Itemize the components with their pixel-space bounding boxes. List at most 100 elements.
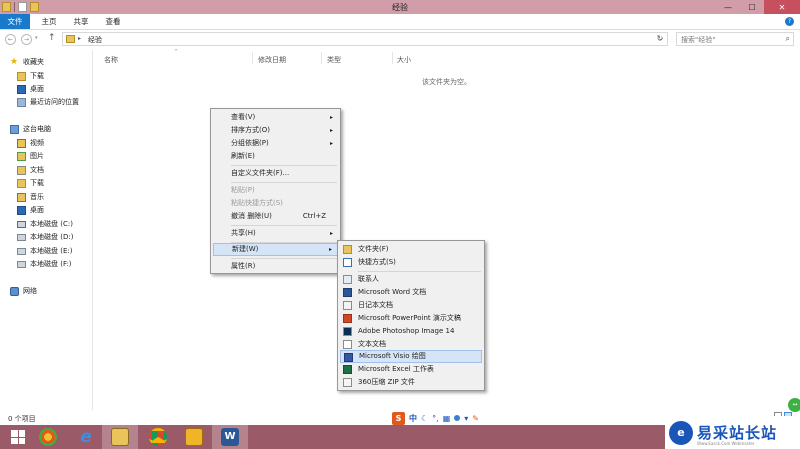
nav-item-pictures[interactable]: 图片 — [17, 150, 44, 162]
taskbar-app-chrome[interactable] — [140, 425, 176, 449]
taskbar-app-ie[interactable]: e — [68, 425, 104, 449]
submenu-item-word[interactable]: Microsoft Word 文档 — [340, 286, 482, 299]
taskbar-app-folder[interactable] — [176, 425, 212, 449]
notification-bubble-icon[interactable]: ↔ — [788, 398, 800, 412]
nav-this-pc[interactable]: 这台电脑 — [10, 123, 51, 135]
nav-label: 最近访问的位置 — [30, 98, 79, 106]
submenu-item-contact[interactable]: 联系人 — [340, 273, 482, 286]
nav-network[interactable]: 网络 — [10, 285, 37, 297]
nav-item-drive-c[interactable]: 本地磁盘 (C:) — [17, 218, 73, 230]
column-header-size[interactable]: 大小 — [397, 55, 411, 65]
system-drive-icon — [17, 220, 26, 228]
videos-folder-icon — [17, 138, 26, 148]
search-input[interactable]: 搜索"经验" ⌕ — [676, 32, 794, 46]
menu-item-view[interactable]: 查看(V) ▸ — [213, 111, 338, 124]
recent-locations-chevron-icon[interactable]: ▾ — [35, 35, 38, 41]
submenu-item-powerpoint[interactable]: Microsoft PowerPoint 演示文稿 — [340, 312, 482, 325]
keyboard-icon[interactable]: ▦ — [443, 414, 451, 423]
help-icon[interactable]: ? — [785, 17, 794, 26]
submenu-item-photoshop[interactable]: Adobe Photoshop Image 14 — [340, 325, 482, 338]
nav-item-downloads[interactable]: 下载 — [17, 70, 44, 82]
menu-item-refresh[interactable]: 刷新(E) — [213, 150, 338, 163]
forward-button[interactable]: → — [21, 34, 32, 45]
menu-label: Microsoft Visio 绘图 — [359, 352, 426, 360]
ime-chinese-mode[interactable]: 中 — [409, 413, 417, 424]
nav-item-pc-downloads[interactable]: 下载 — [17, 177, 44, 189]
address-bar[interactable]: ▸ 经验 ⌄ — [62, 32, 668, 46]
back-button[interactable]: ← — [5, 34, 16, 45]
menu-item-paste-shortcut: 粘贴快捷方式(S) — [231, 199, 283, 207]
menu-item-properties[interactable]: 属性(R) — [213, 260, 338, 273]
window-controls: — ☐ ✕ — [716, 0, 800, 14]
nav-item-drive-f[interactable]: 本地磁盘 (F:) — [17, 258, 72, 270]
chevron-right-icon[interactable]: ▸ — [78, 35, 81, 42]
menu-label: 日记本文档 — [358, 301, 393, 309]
taskbar-app-pinwheel[interactable] — [30, 425, 66, 449]
minimize-button[interactable]: — — [716, 0, 740, 14]
column-header-date[interactable]: 修改日期 — [258, 55, 286, 65]
refresh-button[interactable]: ↻ — [654, 34, 666, 45]
nav-item-music[interactable]: 音乐 — [17, 191, 44, 203]
powerpoint-icon — [343, 314, 352, 323]
taskbar-app-word[interactable]: W — [212, 425, 248, 449]
recent-places-icon — [17, 97, 26, 107]
submenu-item-visio[interactable]: Microsoft Visio 绘图 — [340, 350, 482, 363]
taskbar-app-explorer[interactable] — [102, 425, 138, 449]
search-icon[interactable]: ⌕ — [786, 34, 790, 44]
text-document-icon — [343, 340, 352, 349]
column-divider[interactable] — [321, 52, 322, 64]
tab-view[interactable]: 查看 — [100, 14, 126, 29]
menu-item-group-by[interactable]: 分组依据(P) ▸ — [213, 137, 338, 150]
column-header-name[interactable]: 名称 — [104, 55, 118, 65]
punctuation-icon[interactable]: °, — [432, 414, 439, 423]
drive-icon — [17, 260, 26, 268]
ime-toolbar: S 中 ☾ °, ▦ ▾ ✎ — [392, 411, 500, 425]
nav-label: 本地磁盘 (E:) — [30, 247, 73, 255]
documents-folder-icon — [17, 165, 26, 175]
submenu-item-shortcut[interactable]: 快捷方式(S) — [340, 256, 482, 269]
submenu-item-folder[interactable]: 文件夹(F) — [340, 243, 482, 256]
address-row: ← → ▾ ↑ ▸ 经验 ⌄ ↻ 搜索"经验" ⌕ — [0, 30, 800, 49]
sogou-ime-icon[interactable]: S — [392, 411, 405, 425]
tab-home[interactable]: 主页 — [36, 14, 62, 29]
nav-item-desktop[interactable]: 桌面 — [17, 83, 44, 95]
column-divider[interactable] — [392, 52, 393, 64]
chrome-icon — [149, 428, 167, 446]
voice-icon[interactable] — [454, 415, 461, 421]
menu-item-new[interactable]: 新建(W) ▸ — [213, 243, 338, 256]
nav-favorites[interactable]: ★ 收藏夹 — [10, 56, 44, 68]
column-divider[interactable] — [252, 52, 253, 64]
address-path[interactable]: 经验 — [88, 35, 102, 45]
up-button[interactable]: ↑ — [48, 33, 56, 43]
column-header-type[interactable]: 类型 — [327, 55, 341, 65]
menu-label: Microsoft Word 文档 — [358, 288, 427, 296]
nav-item-pc-desktop[interactable]: 桌面 — [17, 204, 44, 216]
nav-item-documents[interactable]: 文档 — [17, 164, 44, 176]
submenu-arrow-icon: ▸ — [329, 230, 333, 237]
nav-item-videos[interactable]: 视频 — [17, 137, 44, 149]
nav-item-drive-e[interactable]: 本地磁盘 (E:) — [17, 245, 72, 257]
tab-share[interactable]: 共享 — [68, 14, 94, 29]
nav-label: 本地磁盘 (F:) — [30, 260, 72, 268]
close-button[interactable]: ✕ — [764, 0, 800, 14]
drive-icon — [17, 247, 26, 255]
menu-item-share[interactable]: 共享(H) ▸ — [213, 227, 338, 240]
tab-file[interactable]: 文件 — [0, 14, 30, 29]
nav-label: 网络 — [23, 287, 37, 295]
moon-icon[interactable]: ☾ — [421, 414, 428, 423]
submenu-item-excel[interactable]: Microsoft Excel 工作表 — [340, 363, 482, 376]
ribbon-tabs: 文件 主页 共享 查看 ? — [0, 14, 800, 30]
skin-icon[interactable]: ▾ — [464, 414, 468, 423]
new-submenu: 文件夹(F) 快捷方式(S) 联系人 Microsoft Word 文档 日记本… — [337, 240, 485, 391]
nav-item-recent[interactable]: 最近访问的位置 — [17, 96, 79, 108]
tools-icon[interactable]: ✎ — [472, 414, 479, 423]
menu-item-undo-delete[interactable]: 撤消 删除(U) Ctrl+Z — [213, 210, 338, 223]
nav-label: 文档 — [30, 166, 44, 174]
nav-label: 这台电脑 — [23, 125, 51, 133]
menu-item-sort-by[interactable]: 排序方式(O) ▸ — [213, 124, 338, 137]
submenu-item-journal[interactable]: 日记本文档 — [340, 299, 482, 312]
submenu-item-zip[interactable]: 360压缩 ZIP 文件 — [340, 376, 482, 389]
menu-item-customize-folder[interactable]: 自定义文件夹(F)... — [213, 167, 338, 180]
maximize-button[interactable]: ☐ — [740, 0, 764, 14]
nav-item-drive-d[interactable]: 本地磁盘 (D:) — [17, 231, 73, 243]
